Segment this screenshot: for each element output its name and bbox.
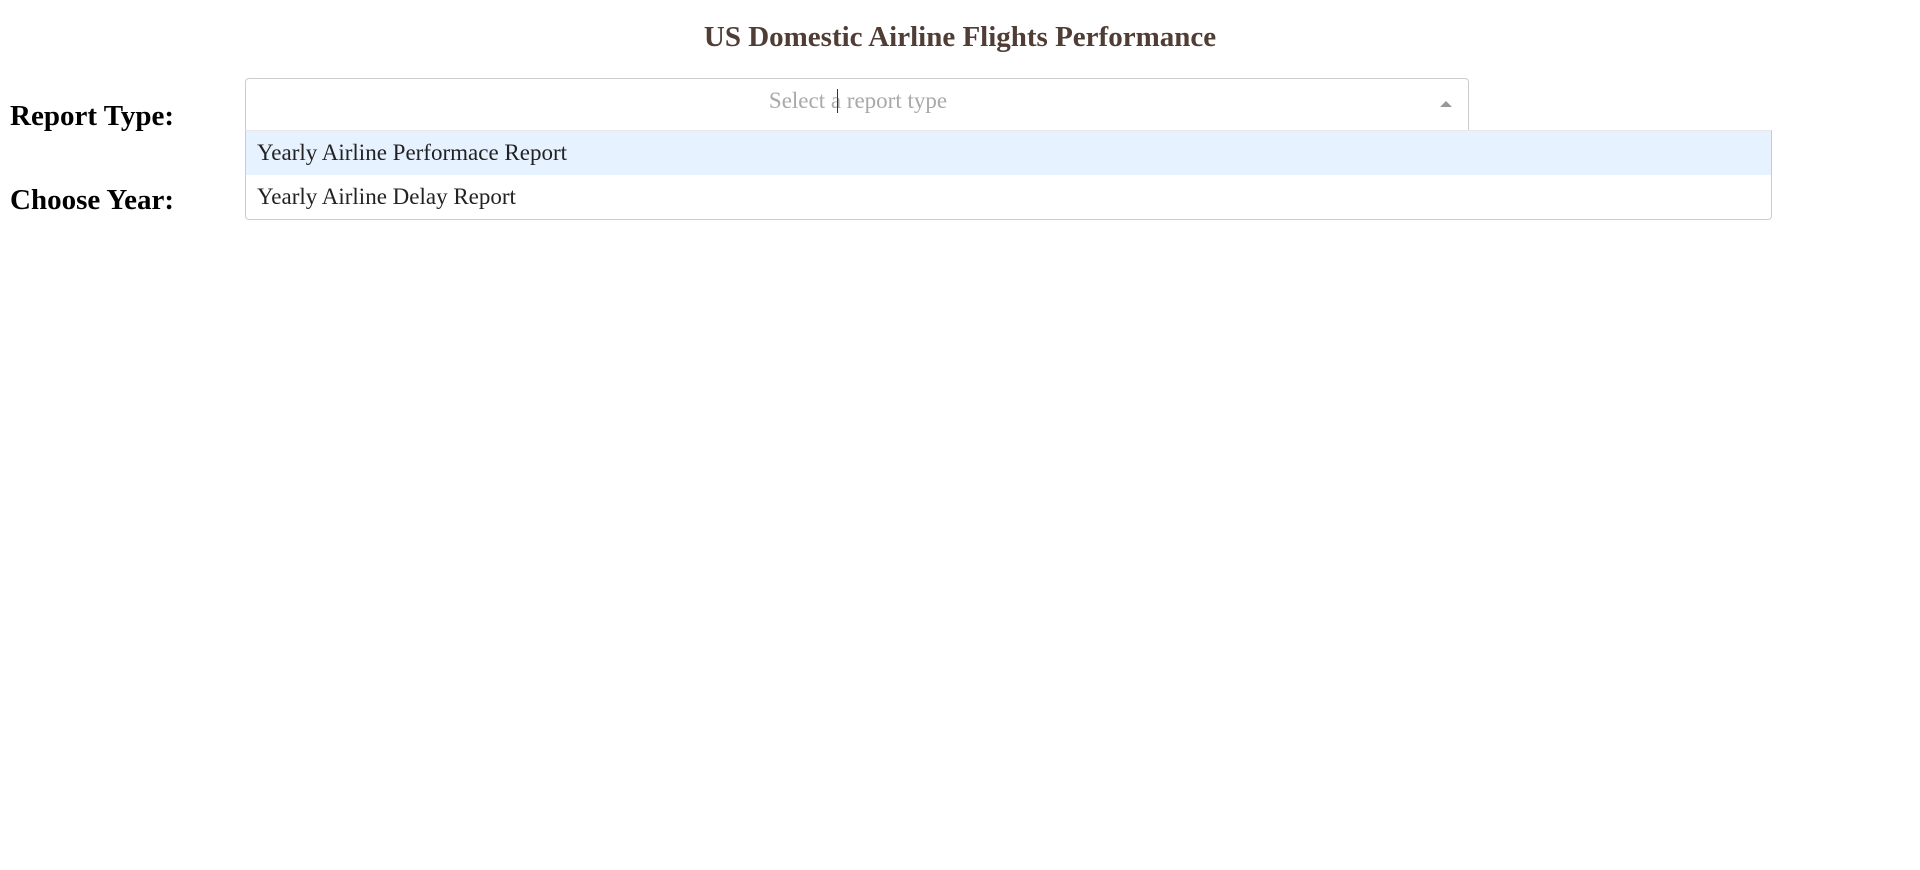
- option-yearly-airline-delay-report[interactable]: Yearly Airline Delay Report: [246, 175, 1771, 219]
- text-cursor: [837, 89, 838, 113]
- option-yearly-airline-performance-report[interactable]: Yearly Airline Performace Report: [246, 131, 1771, 175]
- page: US Domestic Airline Flights Performance …: [0, 0, 1920, 870]
- report-type-placeholder[interactable]: Select a report type: [246, 85, 1470, 117]
- report-type-menu: Yearly Airline Performace Report Yearly …: [245, 130, 1772, 220]
- chevron-up-icon[interactable]: [1440, 101, 1452, 107]
- report-type-label: Report Type:: [10, 100, 175, 132]
- choose-year-label: Choose Year:: [10, 184, 175, 216]
- page-title: US Domestic Airline Flights Performance: [703, 21, 1217, 53]
- report-type-dropdown[interactable]: Select a report type: [245, 78, 1469, 130]
